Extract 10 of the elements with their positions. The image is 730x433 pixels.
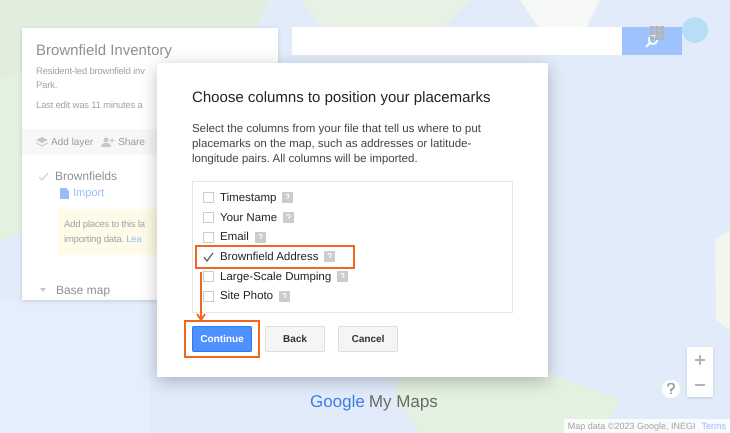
map-description: Park.	[36, 80, 58, 91]
dialog-title: Choose columns to position your placemarks	[192, 89, 492, 106]
hint-text: Add places to this la	[64, 218, 145, 232]
last-edit-text: Last edit was 11 minutes a	[36, 100, 144, 111]
map-description: Resident-led brownfield inv	[36, 66, 146, 77]
map-attribution: Map data ©2023 Google, INEGI	[568, 421, 696, 431]
google-my-maps-logo: Google My Maps	[310, 392, 438, 412]
map-title: Brownfield Inventory	[36, 42, 173, 59]
dialog-description: Select the columns from your file that tell us where to put placemarks on the map, such as addresses or latitude-longitude pairs. All columns will be imported.	[192, 122, 482, 167]
hint-text: importing data. Lea	[64, 233, 142, 247]
